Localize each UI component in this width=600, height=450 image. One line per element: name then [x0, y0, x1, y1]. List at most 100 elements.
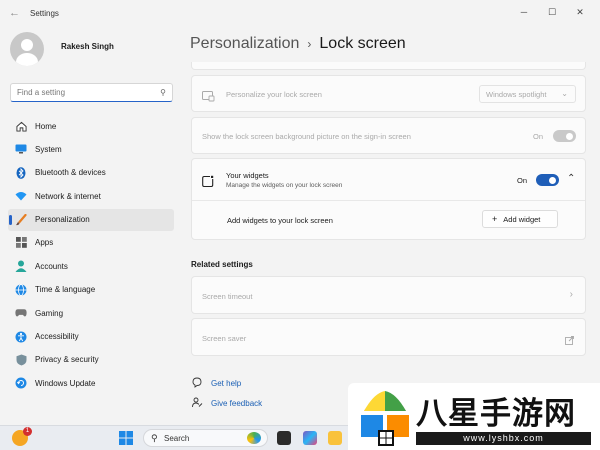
related-settings-title: Related settings — [191, 260, 253, 269]
sidebar-item-label: Apps — [35, 238, 54, 248]
screen-timeout-label: Screen timeout — [202, 292, 253, 301]
notification-badge: 1 — [23, 427, 32, 436]
sidebar-item-accessibility[interactable]: Accessibility — [8, 326, 174, 348]
start-button[interactable] — [119, 431, 133, 445]
close-button[interactable]: ✕ — [566, 4, 594, 20]
avatar — [10, 32, 44, 66]
sidebar-item-apps[interactable]: Apps — [8, 232, 174, 254]
search-icon: ⚲ — [151, 433, 158, 443]
help-icon — [192, 377, 204, 390]
screen-saver-row[interactable]: Screen saver — [191, 318, 586, 356]
widgets-subtitle: Manage the widgets on your lock screen — [226, 182, 343, 189]
signin-background-row: Show the lock screen background picture … — [191, 117, 586, 154]
sidebar-item-label: Accessibility — [35, 332, 79, 342]
brush-icon — [15, 213, 27, 226]
window-controls: ─ ☐ ✕ — [510, 4, 594, 20]
dropdown-value: Windows spotlight — [486, 90, 547, 99]
network-icon — [15, 190, 27, 202]
sidebar-nav: Home System Bluetooth & devices Network … — [8, 115, 174, 396]
file-explorer-icon[interactable] — [328, 431, 342, 445]
sidebar-item-label: Personalization — [35, 215, 90, 225]
sidebar-item-label: System — [35, 144, 62, 154]
give-feedback-link[interactable]: Give feedback — [192, 397, 262, 410]
user-name: Rakesh Singh — [61, 41, 114, 51]
personalize-lock-screen-row: Personalize your lock screen Windows spo… — [191, 75, 586, 112]
task-view-icon[interactable] — [277, 431, 291, 445]
personalize-label: Personalize your lock screen — [226, 90, 322, 99]
give-feedback-label: Give feedback — [211, 399, 263, 408]
chevron-down-icon: ⌄ — [561, 89, 568, 98]
sidebar-item-home[interactable]: Home — [8, 115, 174, 137]
search-highlight-icon — [247, 432, 261, 444]
add-widget-label: Add widget — [503, 214, 541, 224]
globe-icon — [15, 283, 27, 296]
widgets-toggle[interactable] — [536, 174, 559, 186]
search-input[interactable]: Find a setting ⚲ — [10, 83, 173, 102]
screen-timeout-row[interactable]: Screen timeout › — [191, 276, 586, 314]
widgets-card: Your widgets Manage the widgets on your … — [191, 158, 586, 240]
sidebar-item-system[interactable]: System — [8, 138, 174, 160]
copilot-icon[interactable] — [303, 431, 317, 445]
add-widgets-label: Add widgets to your lock screen — [227, 216, 333, 225]
watermark: 八星手游网 www.lyshbx.com — [348, 383, 600, 450]
signin-background-toggle[interactable] — [553, 130, 576, 142]
breadcrumb: Personalization › Lock screen — [190, 35, 406, 53]
chevron-up-icon[interactable]: ⌃ — [567, 173, 575, 184]
maximize-button[interactable]: ☐ — [538, 4, 566, 20]
plus-icon: + — [492, 214, 498, 224]
chevron-right-icon: › — [569, 289, 573, 300]
sidebar-item-label: Time & language — [35, 285, 96, 295]
shield-icon — [15, 354, 27, 366]
sidebar-item-personalization[interactable]: Personalization — [8, 208, 174, 231]
widgets-icon — [202, 174, 214, 192]
divider — [192, 200, 585, 201]
sidebar-item-accounts[interactable]: Accounts — [8, 255, 174, 277]
update-icon — [15, 377, 27, 389]
sidebar-item-label: Accounts — [35, 261, 68, 271]
lock-screen-icon — [202, 89, 215, 107]
taskbar-search[interactable]: ⚲ Search — [143, 429, 268, 447]
sidebar-item-label: Windows Update — [35, 378, 96, 388]
add-widget-button[interactable]: + Add widget — [482, 210, 558, 228]
title-bar: ← Settings ─ ☐ ✕ — [0, 0, 600, 28]
search-icon: ⚲ — [160, 88, 166, 97]
widgets-title: Your widgets — [226, 171, 269, 180]
back-arrow-icon[interactable]: ← — [9, 7, 20, 19]
lock-screen-background-dropdown[interactable]: Windows spotlight ⌄ — [479, 85, 576, 103]
bluetooth-icon — [15, 166, 27, 179]
sidebar-item-label: Bluetooth & devices — [35, 168, 106, 178]
sidebar-item-label: Privacy & security — [35, 355, 99, 365]
home-icon — [15, 120, 27, 132]
gaming-icon — [15, 307, 27, 319]
breadcrumb-separator: › — [307, 37, 312, 51]
sidebar-item-bluetooth[interactable]: Bluetooth & devices — [8, 162, 174, 184]
feedback-icon — [192, 397, 204, 410]
page-title: Lock screen — [319, 35, 406, 52]
user-profile[interactable]: Rakesh Singh — [10, 30, 114, 68]
accessibility-icon — [15, 331, 27, 343]
open-external-icon — [565, 332, 574, 350]
sidebar-item-label: Home — [35, 121, 57, 131]
sidebar-item-label: Gaming — [35, 308, 64, 318]
breadcrumb-parent[interactable]: Personalization — [190, 35, 299, 53]
sidebar-item-gaming[interactable]: Gaming — [8, 302, 174, 324]
sidebar-item-time-language[interactable]: Time & language — [8, 279, 174, 301]
minimize-button[interactable]: ─ — [510, 4, 538, 20]
search-placeholder: Find a setting — [17, 88, 66, 97]
settings-window: ← Settings ─ ☐ ✕ Rakesh Singh Find a set… — [0, 0, 600, 425]
sidebar-item-windows-update[interactable]: Windows Update — [8, 372, 174, 394]
watermark-text: 八星手游网 — [416, 396, 576, 432]
system-icon — [15, 143, 27, 155]
signin-background-label: Show the lock screen background picture … — [202, 132, 411, 141]
get-help-link[interactable]: Get help — [192, 377, 241, 390]
sidebar-item-label: Network & internet — [35, 191, 101, 201]
apps-icon — [15, 237, 27, 249]
widgets-toggle-state: On — [517, 176, 528, 185]
weather-widget-icon[interactable]: 1 — [12, 427, 32, 446]
accounts-icon — [15, 260, 27, 273]
signin-toggle-state: On — [533, 132, 544, 141]
watermark-url: www.lyshbx.com — [416, 432, 591, 445]
sidebar-item-privacy-security[interactable]: Privacy & security — [8, 349, 174, 371]
sidebar-item-network[interactable]: Network & internet — [8, 185, 174, 207]
screen-saver-label: Screen saver — [202, 334, 247, 343]
